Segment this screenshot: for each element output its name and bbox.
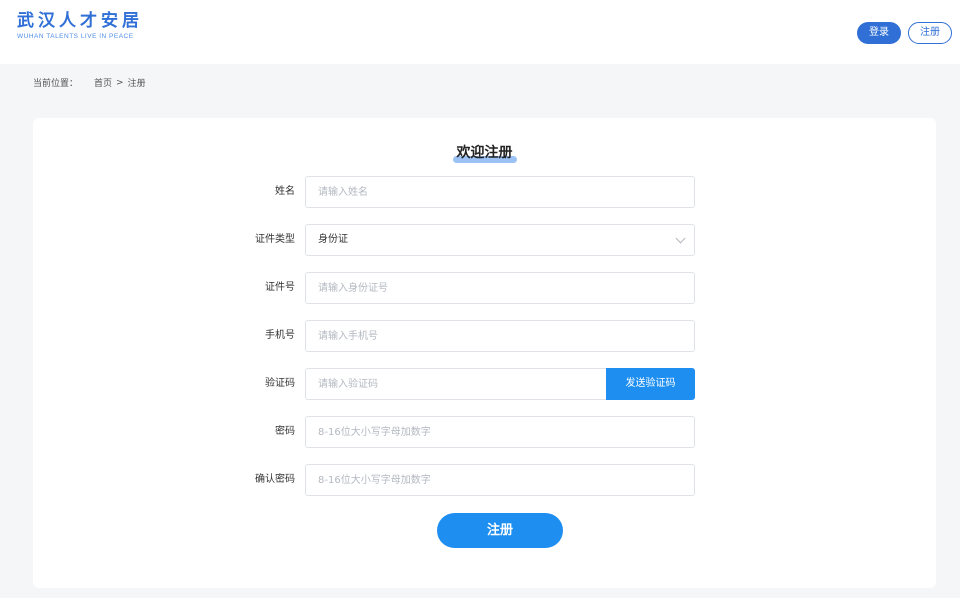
confirm-password-label: 确认密码 bbox=[255, 474, 295, 485]
name-input[interactable] bbox=[305, 176, 695, 208]
password-label: 密码 bbox=[275, 426, 295, 437]
id-type-row: 证件类型 身份证 bbox=[33, 224, 936, 256]
form-title-text: 欢迎注册 bbox=[456, 145, 513, 161]
breadcrumb-current: 注册 bbox=[127, 79, 146, 89]
logo[interactable]: 武汉人才安居 WUHAN TALENTS LIVE IN PEACE bbox=[17, 11, 143, 41]
chevron-down-icon bbox=[675, 233, 686, 244]
name-row: 姓名 bbox=[33, 176, 936, 208]
phone-row: 手机号 bbox=[33, 320, 936, 352]
verification-code-row: 验证码 发送验证码 bbox=[33, 368, 936, 400]
login-button[interactable]: 登录 bbox=[857, 22, 901, 44]
site-header: 武汉人才安居 WUHAN TALENTS LIVE IN PEACE 登录 注册 bbox=[0, 0, 960, 64]
breadcrumb-home-link[interactable]: 首页 bbox=[94, 76, 112, 89]
name-label: 姓名 bbox=[275, 186, 295, 197]
phone-label: 手机号 bbox=[265, 330, 295, 341]
password-row: 密码 bbox=[33, 416, 936, 448]
send-code-button[interactable]: 发送验证码 bbox=[606, 368, 695, 400]
logo-chinese-text: 武汉人才安居 bbox=[17, 11, 143, 31]
logo-english-text: WUHAN TALENTS LIVE IN PEACE bbox=[17, 33, 134, 40]
register-button[interactable]: 注册 bbox=[908, 22, 952, 44]
confirm-password-input[interactable] bbox=[305, 464, 695, 496]
register-card: 欢迎注册 姓名 证件类型 身份证 证件号 手机号 验证码 发送验证码 密码 确认… bbox=[33, 118, 936, 588]
id-number-input[interactable] bbox=[305, 272, 695, 304]
breadcrumb: 当前位置： 首页 > 注册 bbox=[33, 76, 146, 90]
id-number-row: 证件号 bbox=[33, 272, 936, 304]
password-input[interactable] bbox=[305, 416, 695, 448]
id-type-value: 身份证 bbox=[318, 234, 348, 245]
verification-code-input[interactable] bbox=[305, 368, 607, 400]
id-type-select[interactable]: 身份证 bbox=[305, 224, 695, 256]
verification-code-label: 验证码 bbox=[265, 378, 295, 389]
breadcrumb-separator: > bbox=[116, 77, 124, 88]
confirm-password-row: 确认密码 bbox=[33, 464, 936, 496]
submit-register-button[interactable]: 注册 bbox=[437, 513, 563, 548]
form-title: 欢迎注册 bbox=[33, 144, 936, 163]
phone-input[interactable] bbox=[305, 320, 695, 352]
id-type-label: 证件类型 bbox=[255, 234, 295, 245]
id-number-label: 证件号 bbox=[265, 282, 295, 293]
breadcrumb-label: 当前位置： bbox=[33, 79, 79, 89]
